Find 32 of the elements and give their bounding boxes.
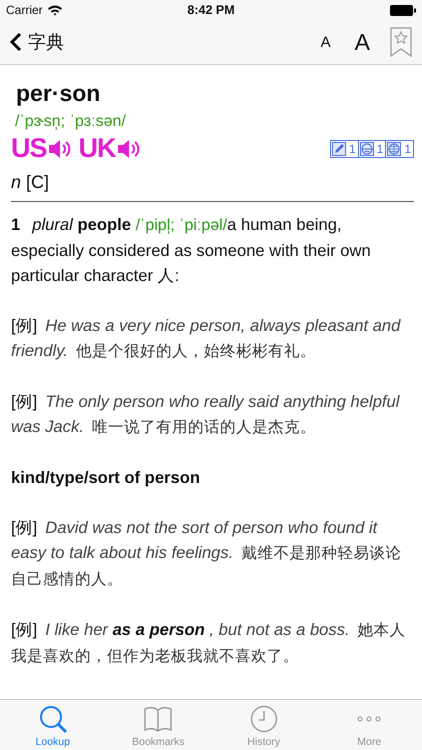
headword: per·son <box>16 80 100 107</box>
audio-button[interactable]: UK <box>78 133 142 164</box>
back-button[interactable]: 字典 <box>10 30 64 54</box>
pronunciation: /ˈpɝsn̩; ˈpɜːsən/ <box>15 113 126 131</box>
tab-item[interactable]: Lookup <box>0 700 106 750</box>
example-sentence: [例] David was not the sort of person who found it easy to talk about his feelings. 戴维不是那种轻易谈论自己感情的人。 <box>11 517 402 590</box>
clock-icon <box>248 704 279 734</box>
audio-button[interactable]: US <box>11 133 73 164</box>
example-sentence: [例] I like her as a person , but not as a boss. 她本人我是喜欢的，但作为老板我就不喜欢了。 <box>11 619 407 667</box>
tab-item[interactable]: More <box>316 700 422 750</box>
count-label: 1 <box>374 140 386 156</box>
grammar-label: [C] <box>26 172 50 193</box>
carrier-label: Carrier <box>6 3 43 17</box>
example-sentence: [例] He was a very nice person, always pleasant and friendly. 他是个很好的人，始终彬彬有礼。 <box>11 315 402 362</box>
count-label: 1 <box>346 140 359 156</box>
tab-item[interactable]: Bookmarks <box>106 700 211 750</box>
count-label: 1 <box>403 140 412 156</box>
example-sentence: [例] The only person who really said anything helpful was Jack. 唯一说了有用的话的人是杰克。 <box>11 391 401 438</box>
tab-item[interactable]: History <box>211 700 316 750</box>
wifi-icon <box>46 4 63 16</box>
back-chevron-icon <box>10 32 22 52</box>
status-time: 8:42 PM <box>187 3 235 17</box>
bookmark-button[interactable] <box>390 27 412 57</box>
battery-icon <box>390 4 416 16</box>
definition-text: 1 plural people /ˈpipl̩; ˈpiːpəl/a human being, especially considered as someone with their own particular character 人: <box>11 214 372 287</box>
part-of-speech: n <box>11 172 22 193</box>
book-icon <box>143 704 174 734</box>
more-icon <box>357 716 382 722</box>
smaller-text-button[interactable]: A <box>316 34 335 50</box>
phrase-heading: kind/type/sort of person <box>11 467 202 489</box>
larger-text-button[interactable]: A <box>350 28 374 56</box>
search-icon <box>38 704 68 734</box>
